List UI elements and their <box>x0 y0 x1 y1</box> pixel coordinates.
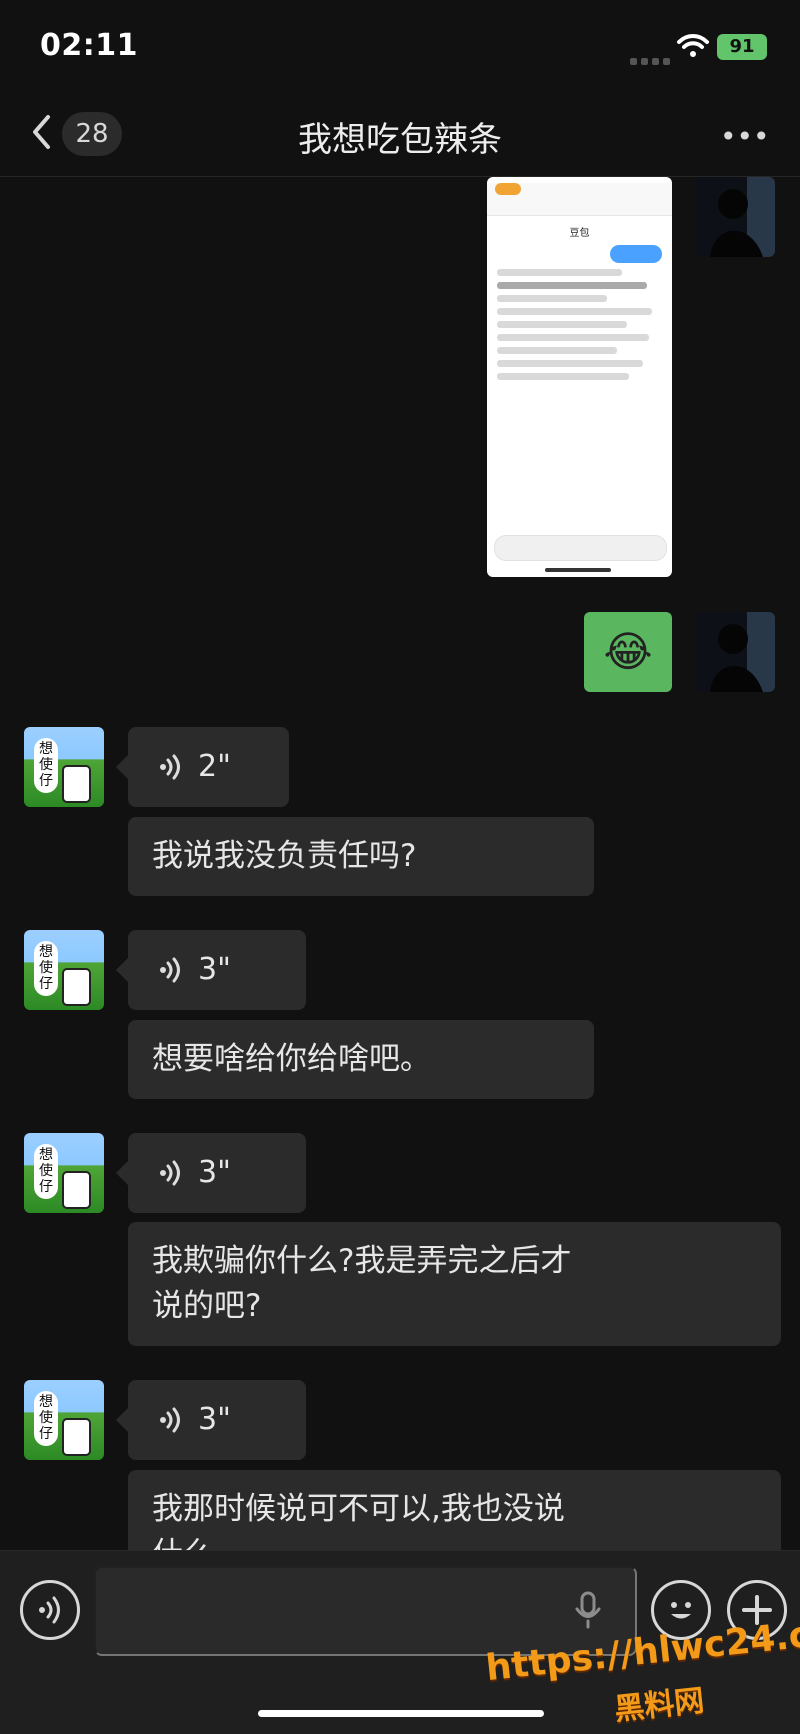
voice-waves-icon <box>160 957 180 983</box>
avatar-label: 想使仔 <box>34 941 58 996</box>
profile-silhouette-icon <box>695 612 775 692</box>
more-horizontal-icon[interactable]: ••• <box>720 120 770 153</box>
avatar-label: 想使仔 <box>34 1391 58 1446</box>
text-message[interactable]: 我欺骗你什么?我是弄完之后才 说的吧? <box>128 1222 781 1346</box>
profile-silhouette-icon <box>695 177 775 257</box>
avatar-me[interactable] <box>695 612 775 692</box>
text-message[interactable]: 我那时候说可不可以,我也没说 什么 <box>128 1470 781 1550</box>
message-line: 说的吧? <box>152 1288 262 1324</box>
bubble-tail <box>116 1408 128 1432</box>
text-message[interactable]: 想要啥给你给啥吧。 <box>128 1020 594 1099</box>
emoji-message[interactable]: 😂 <box>584 612 672 692</box>
voice-message[interactable]: 3" <box>116 930 306 1010</box>
cartoon-character-icon <box>62 968 91 1006</box>
signal-icon <box>630 50 674 69</box>
voice-message[interactable]: 2" <box>116 727 289 807</box>
bubble-tail <box>116 958 128 982</box>
avatar-friend[interactable]: 想使仔 <box>24 727 104 807</box>
watermark-site-name: 黑料网 <box>612 1683 706 1728</box>
voice-waves-icon <box>160 1160 180 1186</box>
bubble-tail <box>116 1161 128 1185</box>
microphone-icon[interactable] <box>573 1590 603 1630</box>
image-preview-line <box>497 308 652 315</box>
bubble-tail <box>116 755 128 779</box>
avatar-label: 想使仔 <box>34 1144 58 1199</box>
voice-waves-icon <box>160 1407 180 1433</box>
voice-mode-icon[interactable] <box>20 1580 80 1640</box>
message-line: 什么 <box>152 1532 757 1550</box>
cartoon-character-icon <box>62 765 91 803</box>
image-preview-toolbar <box>487 183 672 216</box>
image-preview-line <box>497 373 629 380</box>
voice-duration: 3" <box>198 1402 231 1437</box>
image-preview-line <box>497 282 647 289</box>
status-time: 02:11 <box>40 28 138 63</box>
image-preview-line <box>497 321 627 328</box>
image-preview-line <box>497 334 649 341</box>
cartoon-character-icon <box>62 1418 91 1456</box>
voice-duration: 3" <box>198 1155 231 1190</box>
cartoon-character-icon <box>62 1171 91 1209</box>
text-message[interactable]: 我说我没负责任吗? <box>128 817 594 896</box>
avatar-friend[interactable]: 想使仔 <box>24 930 104 1010</box>
avatar-label: 想使仔 <box>34 738 58 793</box>
voice-waves-icon <box>39 1596 60 1624</box>
voice-duration: 2" <box>198 749 231 784</box>
message-line: 我欺骗你什么?我是弄完之后才 <box>152 1243 572 1279</box>
image-preview-line <box>497 347 617 354</box>
voice-message[interactable]: 3" <box>116 1133 306 1213</box>
chat-title: 我想吃包辣条 <box>298 120 502 160</box>
chat-history[interactable]: 豆包 😂 想使仔 2" 我说我没负责任吗? 想使仔 3" 想要啥给你给啥吧。 想… <box>0 177 800 1550</box>
message-line: 我那时候说可不可以,我也没说 <box>152 1491 565 1527</box>
voice-duration: 3" <box>198 952 231 987</box>
home-indicator[interactable] <box>258 1710 544 1717</box>
battery-indicator: 91 <box>717 34 767 60</box>
image-message[interactable]: 豆包 <box>487 177 672 577</box>
status-bar: 02:11 91 <box>0 0 800 90</box>
voice-message[interactable]: 3" <box>116 1380 306 1460</box>
image-preview-line <box>497 269 622 276</box>
wifi-icon <box>677 34 709 57</box>
avatar-me[interactable] <box>695 177 775 257</box>
voice-waves-icon <box>160 754 180 780</box>
image-preview-home-indicator <box>545 568 611 572</box>
image-preview-line <box>497 295 607 302</box>
avatar-friend[interactable]: 想使仔 <box>24 1380 104 1460</box>
image-preview-title: 豆包 <box>569 228 590 239</box>
avatar-friend[interactable]: 想使仔 <box>24 1133 104 1213</box>
image-preview-line <box>610 245 662 263</box>
image-preview-line <box>497 360 643 367</box>
image-preview-input <box>494 535 667 561</box>
